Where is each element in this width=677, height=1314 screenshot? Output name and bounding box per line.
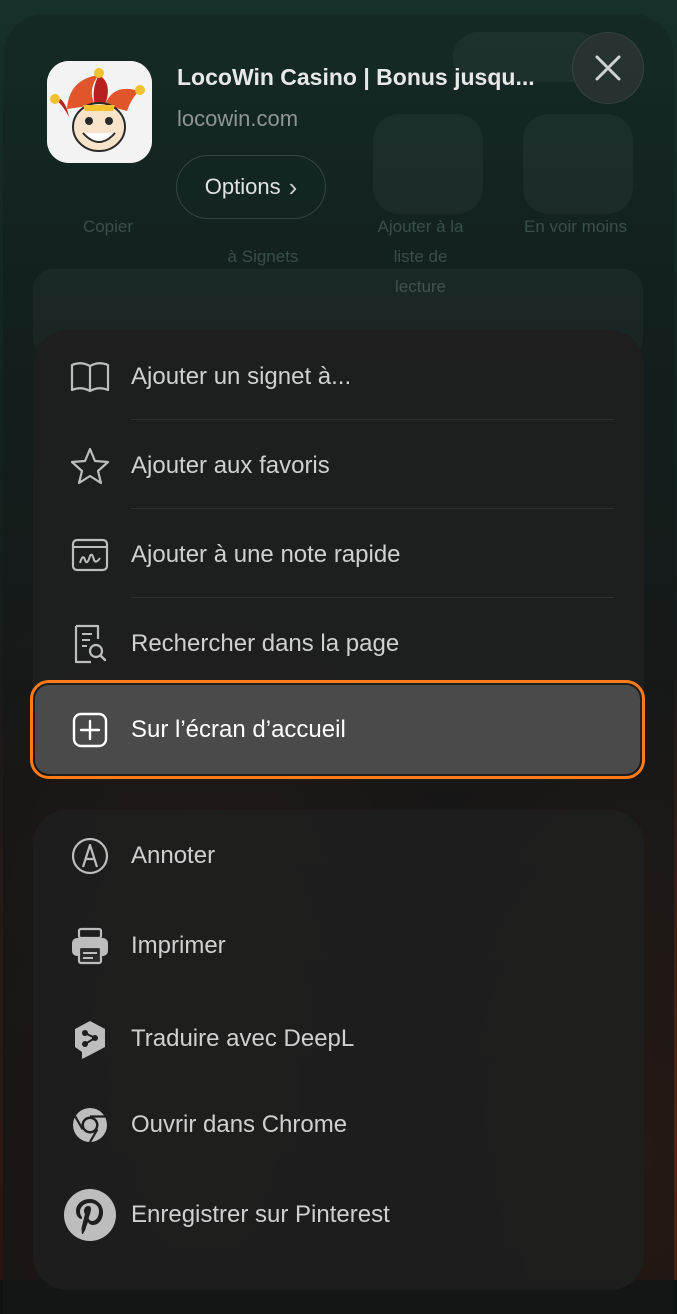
find-in-page-icon bbox=[69, 623, 111, 665]
menu-item-label: Annoter bbox=[131, 841, 216, 869]
ghost-reading-list-line3: lecture bbox=[394, 277, 447, 296]
ghost-see-less-label: En voir moins bbox=[524, 217, 627, 236]
menu-item-save-pinterest[interactable]: Enregistrer sur Pinterest bbox=[33, 1170, 644, 1259]
menu-item-find-in-page[interactable]: Rechercher dans la page bbox=[33, 599, 644, 688]
options-label: Options bbox=[204, 174, 281, 199]
menu-item-open-in-chrome[interactable]: Ouvrir dans Chrome bbox=[33, 1080, 644, 1169]
printer-icon bbox=[69, 925, 111, 967]
menu-item-label: Ouvrir dans Chrome bbox=[131, 1110, 348, 1138]
quick-note-icon bbox=[69, 534, 111, 576]
divider bbox=[131, 508, 614, 509]
menu-item-print[interactable]: Imprimer bbox=[33, 901, 644, 990]
deepl-icon bbox=[69, 1018, 111, 1060]
pinterest-icon bbox=[63, 1188, 117, 1242]
markup-pen-icon bbox=[69, 835, 111, 877]
divider bbox=[131, 419, 614, 420]
menu-item-label: Imprimer bbox=[131, 931, 226, 959]
menu-item-quick-note[interactable]: Ajouter à une note rapide bbox=[33, 510, 644, 599]
close-icon bbox=[595, 55, 621, 81]
menu-item-add-favorites[interactable]: Ajouter aux favoris bbox=[33, 421, 644, 510]
menu-item-markup[interactable]: Annoter bbox=[33, 811, 644, 900]
ghost-reading-list-line2: liste de bbox=[393, 247, 448, 266]
actions-group-extensions: Annoter Imprimer Traduire avec DeepL Ouv… bbox=[33, 810, 644, 1290]
ghost-copy-label: Copier bbox=[82, 217, 134, 236]
ghost-reading-list-line1: Ajouter à la bbox=[377, 217, 464, 236]
chrome-icon bbox=[69, 1104, 111, 1146]
ghost-bookmarks-label: à Signets bbox=[227, 247, 299, 266]
actions-group-primary: Ajouter un signet à... Ajouter aux favor… bbox=[30, 330, 645, 780]
menu-item-label: Ajouter aux favoris bbox=[131, 451, 330, 479]
add-square-icon bbox=[69, 709, 111, 751]
menu-item-label: Traduire avec DeepL bbox=[131, 1024, 355, 1052]
ghost-action-tile bbox=[373, 114, 483, 214]
star-icon bbox=[69, 445, 111, 487]
chevron-right-icon: › bbox=[288, 171, 298, 202]
menu-item-label: Sur l’écran d’accueil bbox=[131, 715, 346, 743]
menu-item-add-to-home-screen[interactable]: Sur l’écran d’accueil bbox=[30, 680, 645, 779]
menu-item-label: Ajouter un signet à... bbox=[131, 362, 352, 390]
book-icon bbox=[69, 356, 111, 398]
close-button[interactable] bbox=[572, 32, 644, 104]
menu-item-label: Ajouter à une note rapide bbox=[131, 540, 401, 568]
site-title: LocoWin Casino | Bonus jusqu... bbox=[177, 64, 535, 90]
menu-item-label: Rechercher dans la page bbox=[131, 629, 400, 657]
divider bbox=[131, 597, 614, 598]
ghost-reading-list-label: Ajouter à la liste de lecture bbox=[358, 212, 483, 302]
menu-item-translate-deepl[interactable]: Traduire avec DeepL bbox=[33, 994, 644, 1083]
site-domain: locowin.com bbox=[177, 106, 299, 131]
menu-item-label: Enregistrer sur Pinterest bbox=[131, 1200, 390, 1228]
menu-item-add-bookmark[interactable]: Ajouter un signet à... bbox=[33, 332, 644, 421]
ghost-action-tile bbox=[523, 114, 633, 214]
options-button[interactable]: Options › bbox=[176, 155, 326, 219]
jester-logo-icon bbox=[47, 61, 152, 163]
